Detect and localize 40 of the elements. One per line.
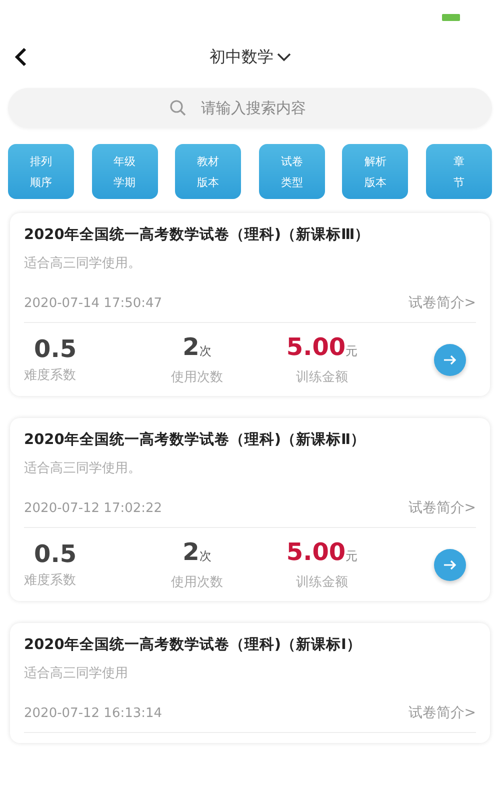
intro-link[interactable]: 试卷简介> xyxy=(408,294,476,312)
stat-value: 0.5 xyxy=(33,335,77,363)
stat-label: 使用次数 xyxy=(171,369,223,386)
paper-title: 2020年全国统一高考数学试卷（理科)（新课标Ⅲ） xyxy=(24,226,371,244)
caret-icon xyxy=(276,52,290,62)
paper-description: 适合高三同学使用 xyxy=(24,665,129,682)
paper-date: 2020-07-12 16:13:14 xyxy=(24,706,162,720)
stat-value: 0.5 xyxy=(33,540,77,568)
stat-value: 5.00元 xyxy=(286,333,358,363)
arrow-icon xyxy=(443,558,457,570)
filter-button[interactable]: 章 节 xyxy=(426,144,492,199)
intro-link[interactable]: 试卷简介> xyxy=(408,499,476,517)
start-button[interactable] xyxy=(434,344,466,376)
search-icon xyxy=(169,99,187,117)
stat-label: 训练金额 xyxy=(296,369,348,386)
back-button[interactable] xyxy=(14,46,28,68)
intro-link[interactable]: 试卷简介> xyxy=(408,704,476,722)
stat-value: 2 次 xyxy=(182,333,212,363)
filter-button[interactable]: 教材 版本 xyxy=(175,144,242,199)
battery-icon xyxy=(442,14,460,20)
stat-label: 使用次数 xyxy=(171,574,223,591)
stat-label: 训练金额 xyxy=(296,574,348,591)
paper-date: 2020-07-12 17:02:22 xyxy=(24,500,162,516)
search-field[interactable]: 请输入搜索内容 xyxy=(201,99,331,117)
paper-description: 适合高三同学使用。 xyxy=(24,460,142,477)
filter-button[interactable]: 试卷 类型 xyxy=(258,144,325,199)
stat-label: 难度系数 xyxy=(24,572,76,589)
paper-title: 2020年全国统一高考数学试卷（理科)（新课标Ⅱ） xyxy=(24,430,367,449)
filter-button[interactable]: 解析 版本 xyxy=(342,144,408,199)
stat-label: 难度系数 xyxy=(24,367,76,384)
subject-dropdown[interactable]: 初中数学 xyxy=(210,46,290,68)
paper-date: 2020-07-14 17:50:47 xyxy=(24,296,162,310)
filter-button[interactable]: 年级 学期 xyxy=(92,144,158,199)
stat-value: 5.00元 xyxy=(286,538,358,568)
arrow-icon xyxy=(443,354,457,366)
paper-title: 2020年全国统一高考数学试卷（理科)（新课标Ⅰ） xyxy=(24,636,362,654)
start-button[interactable] xyxy=(434,548,466,580)
stat-value: 2 次 xyxy=(182,538,212,568)
paper-description: 适合高三同学使用。 xyxy=(24,255,142,272)
filter-button[interactable]: 排列 顺序 xyxy=(8,144,74,199)
